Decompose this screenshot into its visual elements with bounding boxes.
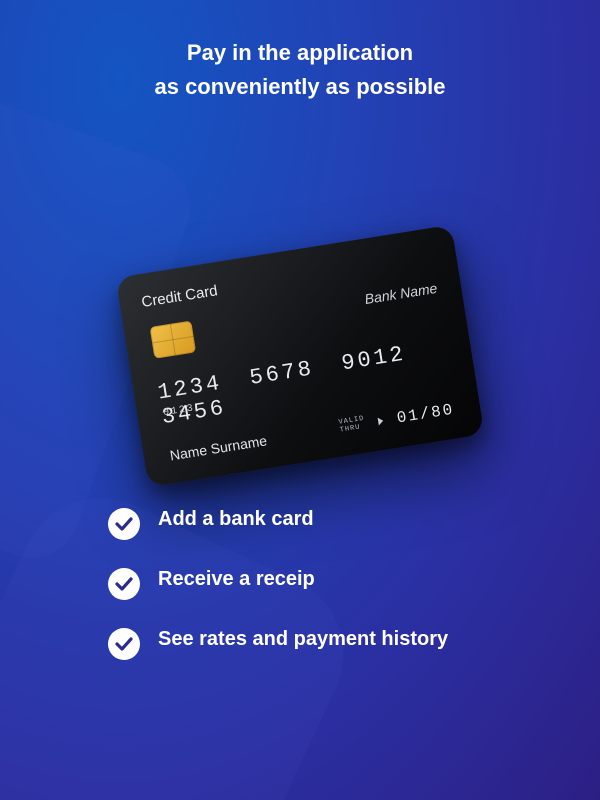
feature-text: See rates and payment history	[158, 626, 448, 653]
feature-text: Add a bank card	[158, 506, 314, 533]
bank-name-label: Bank Name	[363, 280, 438, 307]
card-holder-name: Name Surname	[169, 432, 268, 463]
headline-line1: Pay in the application	[0, 36, 600, 70]
checkmark-icon	[108, 568, 140, 600]
checkmark-icon	[108, 508, 140, 540]
valid-thru-label: VALIDTHRU	[338, 416, 366, 435]
valid-thru-date: 01/80	[396, 400, 456, 427]
credit-card-illustration: Credit Card Bank Name 1234 5678 9012 345…	[116, 225, 485, 488]
feature-list: Add a bank card Receive a receip See rat…	[108, 506, 448, 660]
feature-item: Add a bank card	[108, 506, 448, 540]
feature-item: See rates and payment history	[108, 626, 448, 660]
feature-item: Receive a receip	[108, 566, 448, 600]
feature-text: Receive a receip	[158, 566, 315, 593]
chip-icon	[150, 321, 196, 359]
checkmark-icon	[108, 628, 140, 660]
card-valid-thru: VALIDTHRU 01/80	[338, 400, 456, 436]
credit-card: Credit Card Bank Name 1234 5678 9012 345…	[116, 225, 485, 488]
headline: Pay in the application as conveniently a…	[0, 0, 600, 104]
triangle-right-icon	[378, 417, 384, 426]
headline-line2: as conveniently as possible	[0, 70, 600, 104]
